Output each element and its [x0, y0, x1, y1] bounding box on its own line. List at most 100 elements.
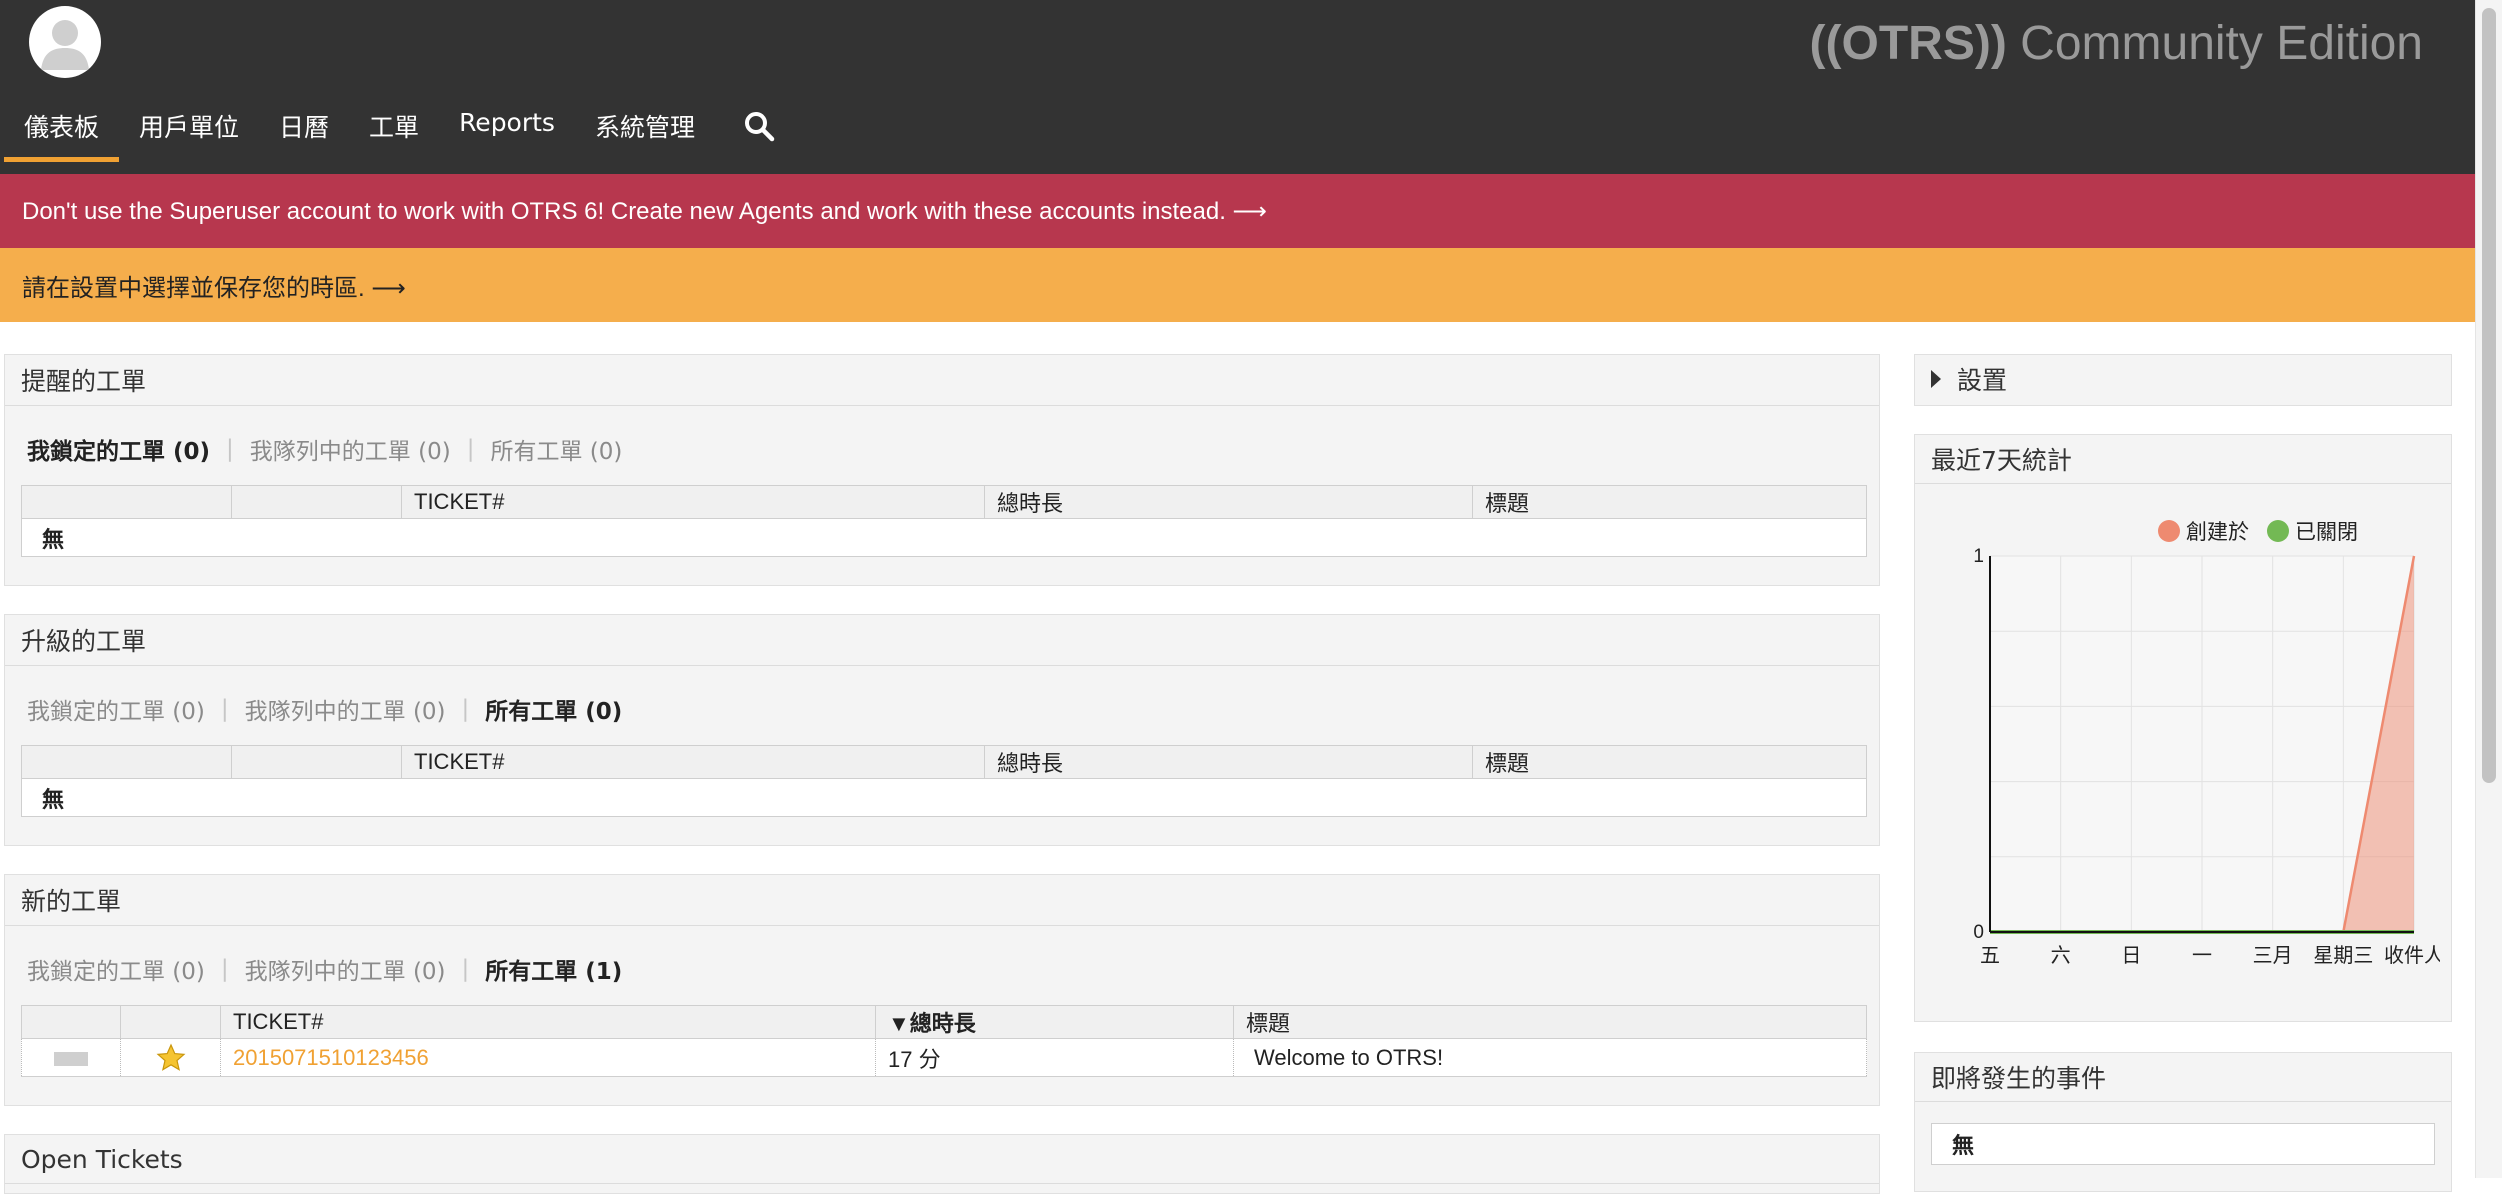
ticket-title-cell: Welcome to OTRS! — [1233, 1038, 1867, 1077]
x-tick-label: 三月 — [2253, 943, 2293, 967]
nav-item-customers[interactable]: 用戶單位 — [119, 96, 259, 162]
flag-cell — [120, 1038, 221, 1077]
ticket-age-cell: 17 分 — [875, 1038, 1234, 1077]
ticket-filter: 我鎖定的工單 (0) | 我隊列中的工單 (0) | 所有工單 (0) — [27, 432, 622, 466]
table-header-row: TICKET# ▼總時長 標題 — [21, 1005, 1867, 1039]
filter-divider: | — [220, 956, 229, 982]
superuser-warning[interactable]: Don't use the Superuser account to work … — [0, 174, 2475, 248]
table-header-row: TICKET# 總時長 標題 — [21, 485, 1867, 519]
legend-swatch-created — [2158, 520, 2180, 542]
table-row[interactable]: 2015071510123456 17 分 Welcome to OTRS! — [21, 1038, 1867, 1077]
stats-chart-svg: 0 1 五 六 日 一 三月 星期三 收件人 — [1973, 546, 2440, 967]
filter-divider: | — [461, 956, 470, 982]
avatar[interactable] — [29, 6, 101, 78]
filter-all[interactable]: 所有工單 (0) — [485, 692, 622, 726]
widget-title: 新的工單 — [5, 875, 1879, 926]
brand-logo-mark: ((OTRS)) — [1809, 17, 2007, 70]
ticket-filter: 我鎖定的工單 (0) | 我隊列中的工單 (0) | 所有工單 (1) — [27, 952, 622, 986]
upcoming-events-widget: 即將發生的事件 無 — [1914, 1052, 2452, 1192]
filter-locked[interactable]: 我鎖定的工單 (0) — [27, 952, 205, 986]
priority-cell — [21, 1038, 121, 1077]
settings-toggle[interactable]: 設置 — [1915, 355, 2451, 403]
column-header-age[interactable]: 總時長 — [984, 745, 1473, 779]
x-tick-label: 星期三 — [2313, 943, 2373, 967]
nav-item-calendar[interactable]: 日曆 — [259, 96, 349, 162]
widget-title: 升級的工單 — [5, 615, 1879, 666]
upcoming-title: 即將發生的事件 — [1915, 1053, 2451, 1102]
widget-open-tickets: Open Tickets — [4, 1134, 1880, 1194]
filter-all[interactable]: 所有工單 (1) — [485, 952, 622, 986]
column-header[interactable] — [231, 745, 402, 779]
x-tick-label: 六 — [2051, 943, 2071, 967]
column-header-title[interactable]: 標題 — [1472, 745, 1867, 779]
brand-logo: ((OTRS)) Community Edition — [1810, 14, 2423, 74]
ticket-table: TICKET# ▼總時長 標題 2015071510123456 17 分 We… — [21, 1005, 1867, 1077]
column-header-title[interactable]: 標題 — [1472, 485, 1867, 519]
settings-widget[interactable]: 設置 — [1914, 354, 2452, 406]
settings-label: 設置 — [1957, 366, 2008, 395]
x-tick-label: 五 — [1980, 943, 2000, 967]
empty-message: 無 — [21, 778, 1867, 817]
column-header-ticket[interactable]: TICKET# — [220, 1005, 876, 1039]
timezone-notice[interactable]: 請在設置中選擇並保存您的時區. ⟶ — [0, 248, 2475, 322]
stats-chart: 創建於 已關閉 0 1 五 六 日 一 三月 星期三 收件人 — [1920, 500, 2440, 1000]
filter-divider: | — [461, 696, 470, 722]
ticket-number-cell: 2015071510123456 — [220, 1038, 876, 1077]
y-tick-label: 1 — [1973, 546, 1984, 567]
scrollbar-thumb[interactable] — [2482, 8, 2496, 783]
page-scrollbar[interactable] — [2475, 0, 2502, 1178]
x-tick-label: 一 — [2192, 943, 2212, 967]
filter-locked[interactable]: 我鎖定的工單 (0) — [27, 432, 210, 466]
column-header-title[interactable]: 標題 — [1233, 1005, 1867, 1039]
column-header[interactable] — [21, 745, 232, 779]
brand-edition: Community Edition — [2020, 17, 2423, 70]
table-header-row: TICKET# 總時長 標題 — [21, 745, 1867, 779]
filter-all[interactable]: 所有工單 (0) — [490, 432, 622, 466]
search-icon — [744, 112, 775, 142]
nav-item-tickets[interactable]: 工單 — [349, 96, 439, 162]
nav-search-button[interactable] — [715, 96, 795, 162]
nav-item-dashboard[interactable]: 儀表板 — [4, 96, 120, 162]
legend-label-closed[interactable]: 已關閉 — [2295, 516, 2358, 546]
widget-reminder-tickets: 提醒的工單 我鎖定的工單 (0) | 我隊列中的工單 (0) | 所有工單 (0… — [4, 354, 1880, 586]
legend: 創建於 已關閉 — [2158, 516, 2358, 546]
column-header-priority[interactable] — [21, 1005, 121, 1039]
column-header-age[interactable]: 總時長 — [984, 485, 1473, 519]
star-icon — [156, 1043, 185, 1071]
main-nav: 儀表板 用戶單位 日曆 工單 Reports 系統管理 — [4, 96, 795, 162]
nav-item-reports[interactable]: Reports — [439, 96, 575, 162]
stats-title: 最近7天統計 — [1915, 435, 2451, 484]
widget-title: Open Tickets — [5, 1135, 1879, 1184]
column-header[interactable] — [21, 485, 232, 519]
nav-item-admin[interactable]: 系統管理 — [575, 96, 715, 162]
filter-divider: | — [466, 436, 475, 462]
widget-escalated-tickets: 升級的工單 我鎖定的工單 (0) | 我隊列中的工單 (0) | 所有工單 (0… — [4, 614, 1880, 846]
column-header-flag[interactable] — [120, 1005, 221, 1039]
filter-locked[interactable]: 我鎖定的工單 (0) — [27, 692, 205, 726]
column-header-ticket[interactable]: TICKET# — [401, 485, 985, 519]
legend-label-created[interactable]: 創建於 — [2186, 516, 2249, 546]
user-icon — [41, 20, 89, 70]
priority-indicator — [54, 1051, 88, 1066]
y-tick-label: 0 — [1973, 922, 1984, 943]
table-row: 無 — [21, 518, 1867, 557]
upcoming-empty: 無 — [1931, 1123, 2435, 1165]
x-tick-label: 日 — [2121, 943, 2141, 967]
filter-divider: | — [220, 696, 229, 722]
table-row: 無 — [21, 778, 1867, 817]
column-header[interactable] — [231, 485, 402, 519]
legend-swatch-closed — [2267, 520, 2289, 542]
filter-my-queues[interactable]: 我隊列中的工單 (0) — [245, 692, 446, 726]
top-header: ((OTRS)) Community Edition 儀表板 用戶單位 日曆 工… — [0, 0, 2475, 174]
ticket-number-link[interactable]: 2015071510123456 — [233, 1045, 429, 1070]
column-header-age[interactable]: ▼總時長 — [875, 1005, 1234, 1039]
widget-title: 提醒的工單 — [5, 355, 1879, 406]
ticket-filter: 我鎖定的工單 (0) | 我隊列中的工單 (0) | 所有工單 (0) — [27, 692, 622, 726]
filter-my-queues[interactable]: 我隊列中的工單 (0) — [250, 432, 451, 466]
ticket-table: TICKET# 總時長 標題 無 — [21, 745, 1867, 817]
column-header-ticket[interactable]: TICKET# — [401, 745, 985, 779]
widget-new-tickets: 新的工單 我鎖定的工單 (0) | 我隊列中的工單 (0) | 所有工單 (1)… — [4, 874, 1880, 1106]
x-tick-label: 收件人 — [2384, 943, 2440, 967]
empty-message: 無 — [21, 518, 1867, 557]
filter-my-queues[interactable]: 我隊列中的工單 (0) — [245, 952, 446, 986]
